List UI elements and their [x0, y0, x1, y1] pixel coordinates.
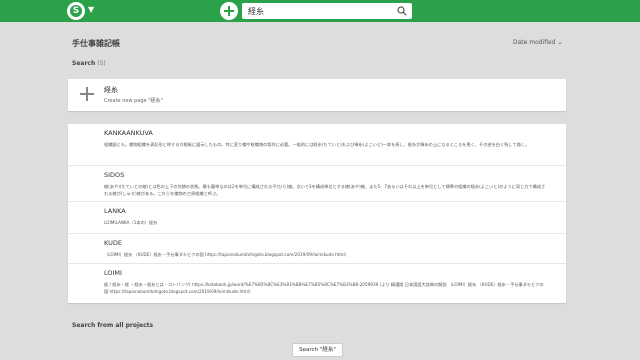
search-heading-label: Search [72, 60, 96, 67]
search-all-projects-button[interactable]: Search "経糸" [292, 343, 343, 357]
result-title: SIDOS [104, 171, 125, 179]
result-snippet: 綾(あや)(たていとの綾)とは色の上下の交錯の状態。最も簡単なのは2を単位に構成… [104, 184, 546, 196]
result-title: KANKAANKUVA [104, 129, 153, 137]
chevron-down-icon: ⌄ [557, 39, 563, 46]
result-snippet: LOIMILANKA（1本の）経糸 [104, 220, 158, 225]
search-box[interactable] [242, 3, 412, 19]
project-logo[interactable]: S [67, 2, 85, 20]
chevron-down-icon[interactable]: ▼ [88, 3, 94, 17]
search-result-count: (5) [97, 60, 106, 67]
result-snippet: 経 / 経糸・経 ・経糸・経糸とは - コトバンク( https://kotob… [104, 282, 544, 294]
navbar: S ▼ [0, 0, 640, 22]
project-title[interactable]: 手仕事雑記帳 [72, 38, 120, 49]
all-projects-heading: Search from all projects [72, 322, 154, 329]
new-page-title: 経糸 [104, 86, 118, 94]
sort-dropdown[interactable]: Date modified ⌄ [513, 39, 562, 46]
search-result-item[interactable]: KANKAANKUVA 組織図とも。織物組織を表記形と称する方眼紙に図示したもの… [68, 124, 566, 165]
search-result-item[interactable]: LANKA LOIMILANKA（1本の）経糸 [68, 201, 566, 233]
new-page-button[interactable] [220, 2, 238, 20]
search-heading: Search (5) [72, 60, 106, 67]
new-page-card[interactable]: 経糸 Create new page "経糸" [68, 79, 566, 111]
sort-label: Date modified [513, 39, 556, 46]
result-title: LANKA [104, 207, 126, 215]
search-result-item[interactable]: SIDOS 綾(あや)(たていとの綾)とは色の上下の交錯の状態。最も簡単なのは2… [68, 165, 566, 201]
search-input[interactable] [242, 3, 392, 19]
search-result-item[interactable]: LOIMI 経 / 経糸・経 ・経糸・経糸とは - コトバンク( https:/… [68, 263, 566, 303]
new-page-subtitle: Create new page "経糸" [104, 98, 163, 104]
result-snippet: （LOIMI）経糸 （KUDE）経糸・手仕事ダキビクの国 https://tap… [104, 252, 349, 257]
plus-icon [80, 87, 94, 101]
logo-letter: S [70, 5, 82, 17]
search-result-item[interactable]: KUDE （LOIMI）経糸 （KUDE）経糸・手仕事ダキビクの国 https:… [68, 233, 566, 263]
search-results-list: KANKAANKUVA 組織図とも。織物組織を表記形と称する方眼紙に図示したもの… [68, 124, 566, 303]
result-title: LOIMI [104, 269, 122, 277]
search-icon[interactable] [397, 6, 407, 16]
result-title: KUDE [104, 239, 122, 247]
result-snippet: 組織図とも。織物組織を表記形と称する方眼紙に図示したもの。特に変り織や紋織物の製… [104, 142, 530, 147]
